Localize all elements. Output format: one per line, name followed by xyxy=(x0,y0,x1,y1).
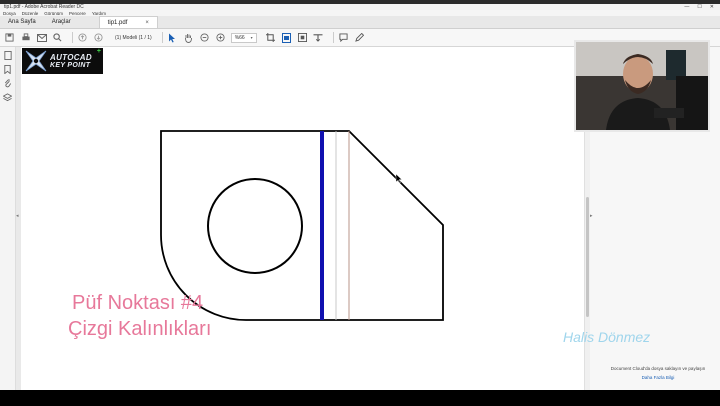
autocad-key-point-logo: AUTOCAD KEY POINT + xyxy=(22,48,103,74)
toolbar-separator xyxy=(72,32,73,43)
mail-icon[interactable] xyxy=(36,32,47,43)
menu-edit[interactable]: Düzenle xyxy=(22,11,39,16)
menu-view[interactable]: Görünüm xyxy=(44,11,63,16)
chevron-right-icon[interactable]: ▸ xyxy=(590,213,593,219)
logo-line1: AUTOCAD xyxy=(50,53,92,62)
zoom-out-icon[interactable] xyxy=(199,32,210,43)
pen-icon[interactable] xyxy=(354,32,365,43)
attachment-icon[interactable] xyxy=(3,79,13,89)
page-indicator[interactable]: (1) Modeli (1 / 1) xyxy=(115,35,152,41)
webcam-overlay xyxy=(574,40,710,132)
zoom-value: %66 xyxy=(234,34,245,41)
bookmark-icon[interactable] xyxy=(3,65,13,75)
fit-page-icon[interactable] xyxy=(281,32,292,43)
chevron-left-icon: ◂ xyxy=(16,213,19,219)
prev-page-icon[interactable] xyxy=(77,32,88,43)
menu-help[interactable]: Yardım xyxy=(92,11,106,16)
document-cloud-promo: Document Cloud'da dosya saklayın ve payl… xyxy=(596,366,720,380)
tab-bar: Ana Sayfa Araçlar tip1.pdf × xyxy=(0,16,720,29)
tab-close-icon[interactable]: × xyxy=(145,20,149,26)
tip-subtitle: Çizgi Kalınlıkları xyxy=(68,318,212,340)
scrollbar-thumb[interactable] xyxy=(586,197,589,317)
full-screen-icon[interactable] xyxy=(297,32,308,43)
save-icon[interactable] xyxy=(4,32,15,43)
select-cursor-icon[interactable] xyxy=(167,32,178,43)
menu-file[interactable]: Dosya xyxy=(3,11,16,16)
comment-icon[interactable] xyxy=(338,32,349,43)
next-page-icon[interactable] xyxy=(93,32,104,43)
tab-document[interactable]: tip1.pdf × xyxy=(98,16,158,28)
tab-tools[interactable]: Araçlar xyxy=(44,16,79,28)
author-watermark: Halis Dönmez xyxy=(563,329,651,345)
navigation-pane xyxy=(0,47,16,390)
scroll-mode-icon[interactable] xyxy=(313,32,324,43)
mouse-cursor-icon xyxy=(395,173,403,184)
taskbar-edge xyxy=(0,390,720,406)
toolbar-separator xyxy=(332,32,334,43)
tab-home[interactable]: Ana Sayfa xyxy=(0,16,44,28)
tab-document-label: tip1.pdf xyxy=(107,19,128,26)
crop-icon[interactable] xyxy=(265,32,276,43)
cloud-learn-more-link[interactable]: Daha Fazla Bilgi xyxy=(596,375,720,380)
zoom-select[interactable]: %66 ▾ xyxy=(230,32,257,43)
drawing-circle xyxy=(207,178,303,274)
cloud-promo-text: Document Cloud'da dosya saklayın ve payl… xyxy=(610,366,706,371)
page-label: (1) Modeli xyxy=(115,34,138,41)
zoom-in-icon[interactable] xyxy=(215,32,226,43)
page-thumbnails-icon[interactable] xyxy=(3,51,13,61)
toolbar-separator xyxy=(161,32,163,43)
hand-tool-icon[interactable] xyxy=(183,32,194,43)
logo-plus: + xyxy=(96,48,101,55)
print-icon[interactable] xyxy=(20,32,31,43)
chevron-down-icon: ▾ xyxy=(250,34,253,40)
menu-window[interactable]: Pencere xyxy=(69,11,86,16)
tip-title: Püf Noktası #4 xyxy=(72,292,204,314)
search-icon[interactable] xyxy=(52,32,63,43)
logo-line2: KEY POINT xyxy=(50,62,91,69)
logo-emblem-icon xyxy=(25,50,47,72)
layers-icon[interactable] xyxy=(2,93,13,103)
page-count: (1 / 1) xyxy=(138,34,152,41)
